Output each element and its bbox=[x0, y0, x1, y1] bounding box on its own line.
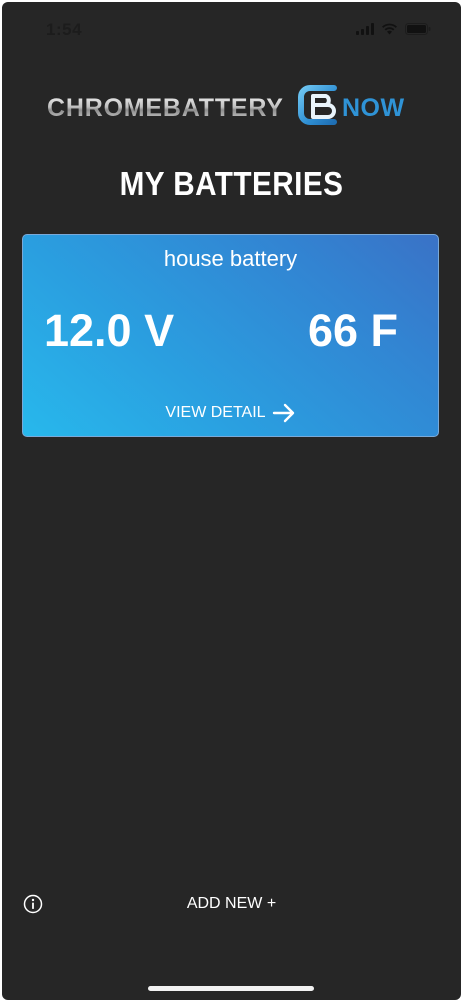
brand-name-now: NOW bbox=[342, 94, 405, 122]
wifi-icon bbox=[382, 23, 397, 35]
status-icons bbox=[356, 23, 431, 35]
home-indicator[interactable] bbox=[148, 986, 314, 991]
page-title: MY BATTERIES bbox=[119, 165, 344, 202]
battery-name: house battery bbox=[163, 246, 298, 271]
arrow-right-icon bbox=[272, 403, 294, 423]
cellular-signal-icon bbox=[356, 23, 374, 35]
brand-logo: CHROMEBATTERY NOW bbox=[42, 80, 422, 130]
brand-name-chromebattery: CHROMEBATTERY bbox=[47, 94, 284, 122]
battery-voltage: 12.0 V bbox=[44, 305, 175, 356]
battery-icon bbox=[405, 23, 431, 35]
status-bar: 1:54 bbox=[2, 2, 461, 58]
status-time: 1:54 bbox=[46, 20, 83, 39]
view-detail-button[interactable]: VIEW DETAIL bbox=[23, 403, 438, 423]
battery-temperature: 66 F bbox=[307, 305, 398, 356]
add-new-button[interactable]: ADD NEW + bbox=[2, 895, 461, 913]
app-screen: 1:54 CHROMEBATTERY NOW MY BATTERIES hous… bbox=[2, 2, 461, 1000]
cb-logo-icon bbox=[298, 85, 337, 125]
view-detail-label: VIEW DETAIL bbox=[165, 404, 266, 421]
battery-card-house-battery[interactable]: house battery 12.0 V 66 F VIEW DETAIL bbox=[22, 234, 439, 437]
